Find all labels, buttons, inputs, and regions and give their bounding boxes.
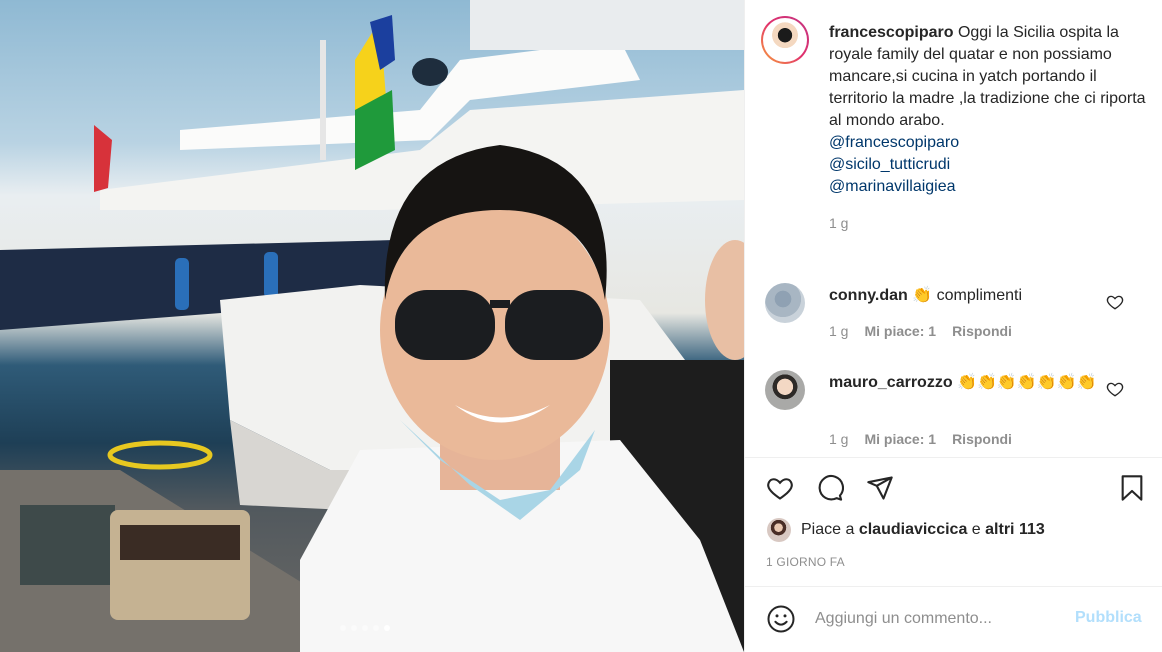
comment-bubble-icon [818,475,844,501]
post-side-panel: francescopiparo Oggi la Sicilia ospita l… [744,0,1162,652]
post-photo[interactable] [0,0,744,652]
divider [745,457,1162,458]
comment-like-heart-icon[interactable] [1106,293,1124,311]
heart-icon [767,478,793,500]
comment-like-heart-icon[interactable] [1106,380,1124,398]
comment-meta: 1 g Mi piace: 1 Rispondi [829,431,1012,447]
carousel-dot[interactable] [351,625,357,631]
caption-time[interactable]: 1 g [829,212,1151,234]
carousel-dot[interactable] [373,625,379,631]
carousel-dot[interactable] [362,625,368,631]
comment-likes[interactable]: Mi piace: 1 [864,431,936,447]
comment-username[interactable]: mauro_carrozzo [829,374,953,391]
comment-body: conny.dan 👏 complimenti [829,285,1114,307]
liker-username[interactable]: claudiaviccica [859,521,968,539]
carousel-dot[interactable] [384,625,390,631]
author-avatar[interactable] [761,16,809,64]
post-photo-illustration [0,0,744,652]
caption-text: francescopiparo Oggi la Sicilia ospita l… [829,22,1151,234]
comment-likes[interactable]: Mi piace: 1 [864,323,936,339]
caption-username[interactable]: francescopiparo [829,24,953,41]
likes-prefix: Piace a [801,521,855,538]
mention-link[interactable]: @francescopiparo [829,132,1151,154]
publish-button[interactable]: Pubblica [1075,609,1142,627]
like-button[interactable] [763,471,797,505]
comment-composer: Pubblica [745,586,1162,652]
smiley-icon [767,605,795,633]
comment-reply-button[interactable]: Rispondi [952,323,1012,339]
share-button[interactable] [863,471,897,505]
comment-button[interactable] [813,471,847,505]
comment-meta: 1 g Mi piace: 1 Rispondi [829,323,1012,339]
comment-input[interactable] [815,605,1065,633]
commenter-avatar[interactable] [765,370,805,410]
likes-and: e [971,521,981,538]
comment-reply-button[interactable]: Rispondi [952,431,1012,447]
paper-plane-icon [867,476,893,500]
post-date[interactable]: 1 GIORNO FA [766,555,845,569]
comment-time[interactable]: 1 g [829,431,848,447]
likes-summary: Piace a claudiaviccica e altri 113 [767,518,1045,542]
author-avatar-image [765,20,805,60]
comment-body: mauro_carrozzo 👏👏👏👏👏👏👏 [829,372,1114,394]
save-button[interactable] [1115,471,1149,505]
carousel-dots[interactable] [340,625,390,631]
post-actions [763,471,1159,505]
comment-username[interactable]: conny.dan [829,287,908,304]
comment-text: 👏👏👏👏👏👏👏 [957,374,1097,391]
carousel-dot[interactable] [340,625,346,631]
bookmark-icon [1121,475,1143,501]
mention-link[interactable]: @marinavillaigiea [829,176,1151,198]
emoji-button[interactable] [765,603,797,635]
likes-others[interactable]: altri 113 [985,521,1045,539]
comment-text: 👏 complimenti [912,287,1023,304]
comment-time[interactable]: 1 g [829,323,848,339]
commenter-avatar[interactable] [765,283,805,323]
mention-link[interactable]: @sicilo_tutticrudi [829,154,1151,176]
liker-avatar[interactable] [767,518,791,542]
